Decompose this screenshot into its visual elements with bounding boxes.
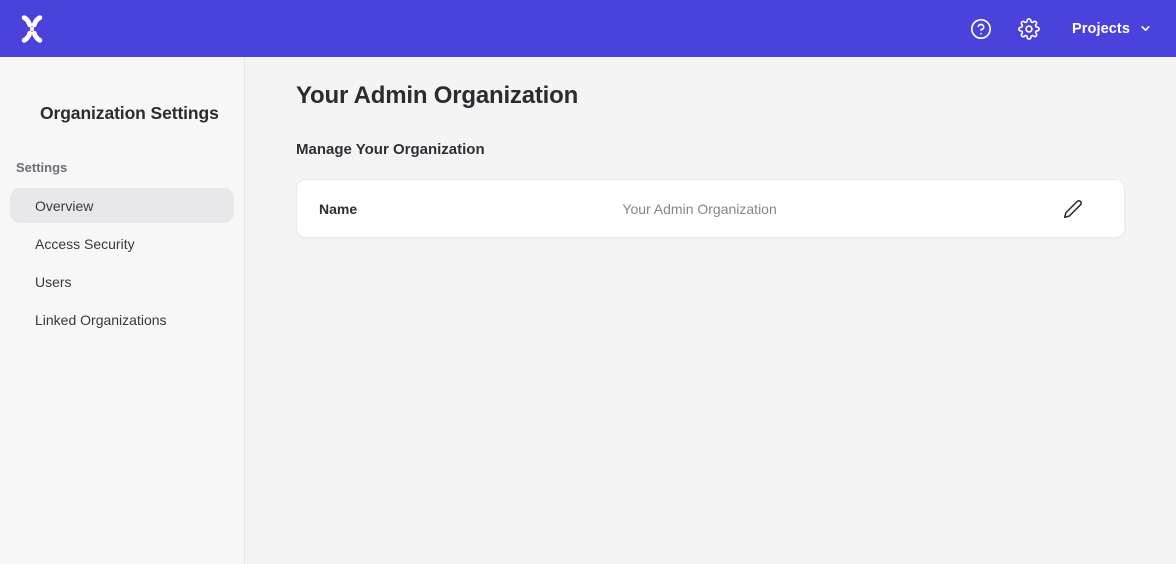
main-content: Your Admin Organization Manage Your Orga… [246,57,1176,564]
edit-name-button[interactable] [1062,198,1084,220]
name-label: Name [319,201,357,217]
sidebar-title: Organization Settings [0,103,244,123]
projects-dropdown-label: Projects [1072,21,1130,37]
gear-icon [1018,18,1040,40]
x-logo-icon [18,14,46,44]
navbar-actions: Projects [966,14,1152,44]
sidebar-section-label: Settings [0,161,244,175]
projects-dropdown[interactable]: Projects [1072,21,1152,37]
brand-logo[interactable] [18,14,46,44]
manage-section-title: Manage Your Organization [296,142,1125,158]
help-button[interactable] [966,14,996,44]
sidebar-item-overview[interactable]: Overview [10,188,234,223]
organization-name-row: Name Your Admin Organization [296,179,1125,238]
help-circle-icon [970,18,992,40]
settings-sidebar: Organization Settings Settings Overview … [0,57,245,564]
settings-button[interactable] [1014,14,1044,44]
sidebar-item-linked-organizations[interactable]: Linked Organizations [10,302,234,337]
organization-name-value: Your Admin Organization [357,201,1042,217]
sidebar-item-users[interactable]: Users [10,264,234,299]
sidebar-nav: Overview Access Security Users Linked Or… [0,188,244,337]
page-title: Your Admin Organization [296,83,1125,109]
chevron-down-icon [1139,22,1152,35]
sidebar-item-access-security[interactable]: Access Security [10,226,234,261]
top-navbar: Projects [0,0,1176,57]
pencil-edit-icon [1063,199,1083,219]
